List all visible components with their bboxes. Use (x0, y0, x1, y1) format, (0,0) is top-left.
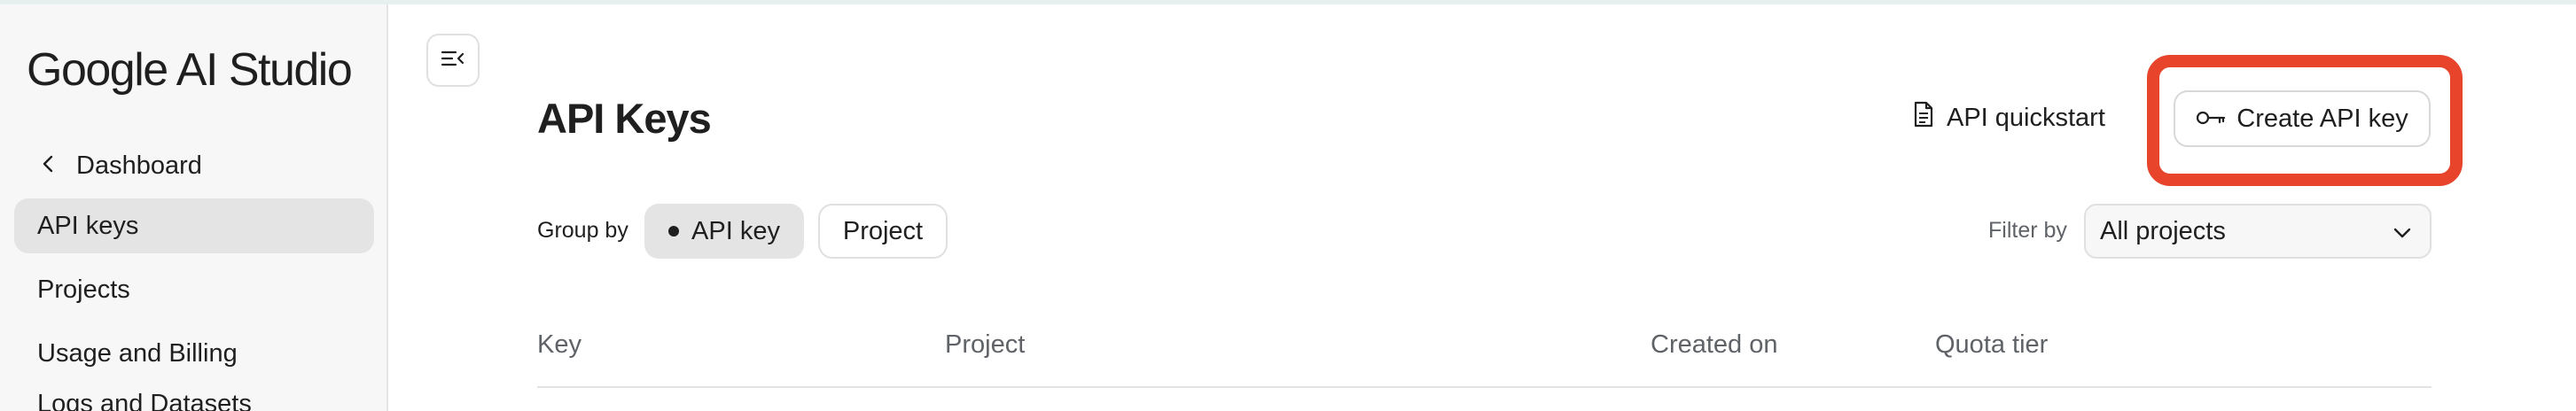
collapse-sidebar-icon (441, 49, 465, 73)
group-by-api-key-chip[interactable]: API key (644, 204, 804, 259)
filter-by-label: Filter by (1988, 218, 2067, 243)
create-api-key-button[interactable]: Create API key (2174, 90, 2431, 147)
group-by-label: Group by (537, 218, 628, 243)
chevron-down-icon (2393, 217, 2412, 246)
selected-dot-icon (668, 226, 680, 237)
page-title: API Keys (537, 95, 712, 142)
create-api-key-label: Create API key (2236, 104, 2408, 133)
sidebar-item-label: Logs and Datasets (37, 390, 252, 411)
project-filter-value: All projects (2100, 216, 2226, 245)
column-header-quota-tier[interactable]: Quota tier (1935, 330, 2048, 360)
collapse-sidebar-button[interactable] (426, 34, 480, 87)
group-by-project-chip[interactable]: Project (818, 204, 948, 259)
sidebar-item-usage-billing[interactable]: Usage and Billing (14, 326, 374, 381)
sidebar-item-projects[interactable]: Projects (14, 262, 374, 317)
table-header-divider (537, 386, 2432, 388)
api-quickstart-label: API quickstart (1947, 103, 2105, 132)
key-icon (2196, 105, 2226, 134)
chip-label: API key (691, 216, 780, 245)
sidebar-item-label: API keys (37, 211, 139, 240)
document-icon (1913, 101, 1934, 135)
sidebar-item-label: Usage and Billing (37, 338, 238, 368)
sidebar-item-logs-datasets[interactable]: Logs and Datasets (14, 384, 374, 411)
chevron-left-icon (39, 151, 59, 181)
app-logo[interactable]: Google AI Studio (27, 43, 353, 97)
dashboard-back-link[interactable]: Dashboard (39, 151, 202, 181)
column-header-key[interactable]: Key (537, 330, 582, 360)
sidebar: Google AI Studio Dashboard API keys Proj… (0, 4, 388, 411)
column-header-created-on[interactable]: Created on (1651, 330, 1778, 360)
sidebar-item-label: Projects (37, 275, 130, 304)
dashboard-label: Dashboard (76, 151, 202, 180)
api-quickstart-link[interactable]: API quickstart (1913, 101, 2105, 135)
column-header-project[interactable]: Project (945, 330, 1025, 360)
project-filter-select[interactable]: All projects (2084, 204, 2432, 259)
chip-label: Project (842, 216, 924, 245)
sidebar-item-api-keys[interactable]: API keys (14, 198, 374, 253)
